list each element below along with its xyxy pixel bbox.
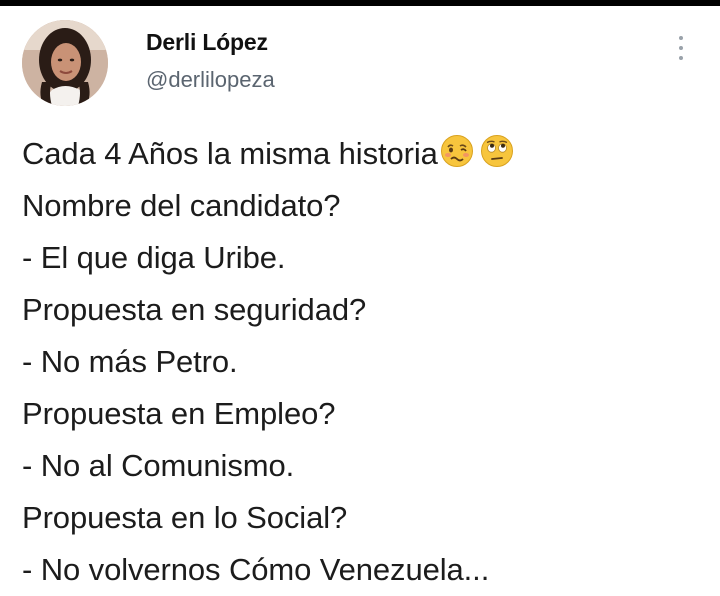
avatar[interactable] — [22, 20, 108, 106]
face-with-rolling-eyes-icon — [480, 132, 514, 184]
tweet-line-7: - No al Comunismo. — [22, 448, 295, 483]
tweet-line-6: Propuesta en Empleo? — [22, 396, 336, 431]
tweet-line-8: Propuesta en lo Social? — [22, 500, 348, 535]
more-options-icon[interactable] — [674, 34, 688, 62]
tweet-card: Derli López @derlilopeza Cada 4 Años la … — [0, 6, 720, 589]
tweet-first-line-text: Cada 4 Años la misma historia — [22, 136, 438, 171]
tweet-line-3: - El que diga Uribe. — [22, 240, 286, 275]
woozy-face-icon — [440, 132, 474, 184]
tweet-line-5: - No más Petro. — [22, 344, 238, 379]
tweet-line-1: Cada 4 Años la misma historia — [22, 128, 712, 180]
avatar-image — [22, 20, 108, 106]
tweet-header: Derli López @derlilopeza — [22, 20, 702, 116]
user-handle[interactable]: @derlilopeza — [146, 66, 275, 94]
author-names: Derli López @derlilopeza — [146, 28, 275, 94]
tweet-line-4: Propuesta en seguridad? — [22, 292, 367, 327]
tweet-text: Cada 4 Años la misma historia Nombre del… — [22, 128, 712, 596]
tweet-line-9: - No volvernos Cómo Venezuela... — [22, 552, 490, 587]
display-name[interactable]: Derli López — [146, 28, 275, 56]
tweet-line-2: Nombre del candidato? — [22, 188, 341, 223]
